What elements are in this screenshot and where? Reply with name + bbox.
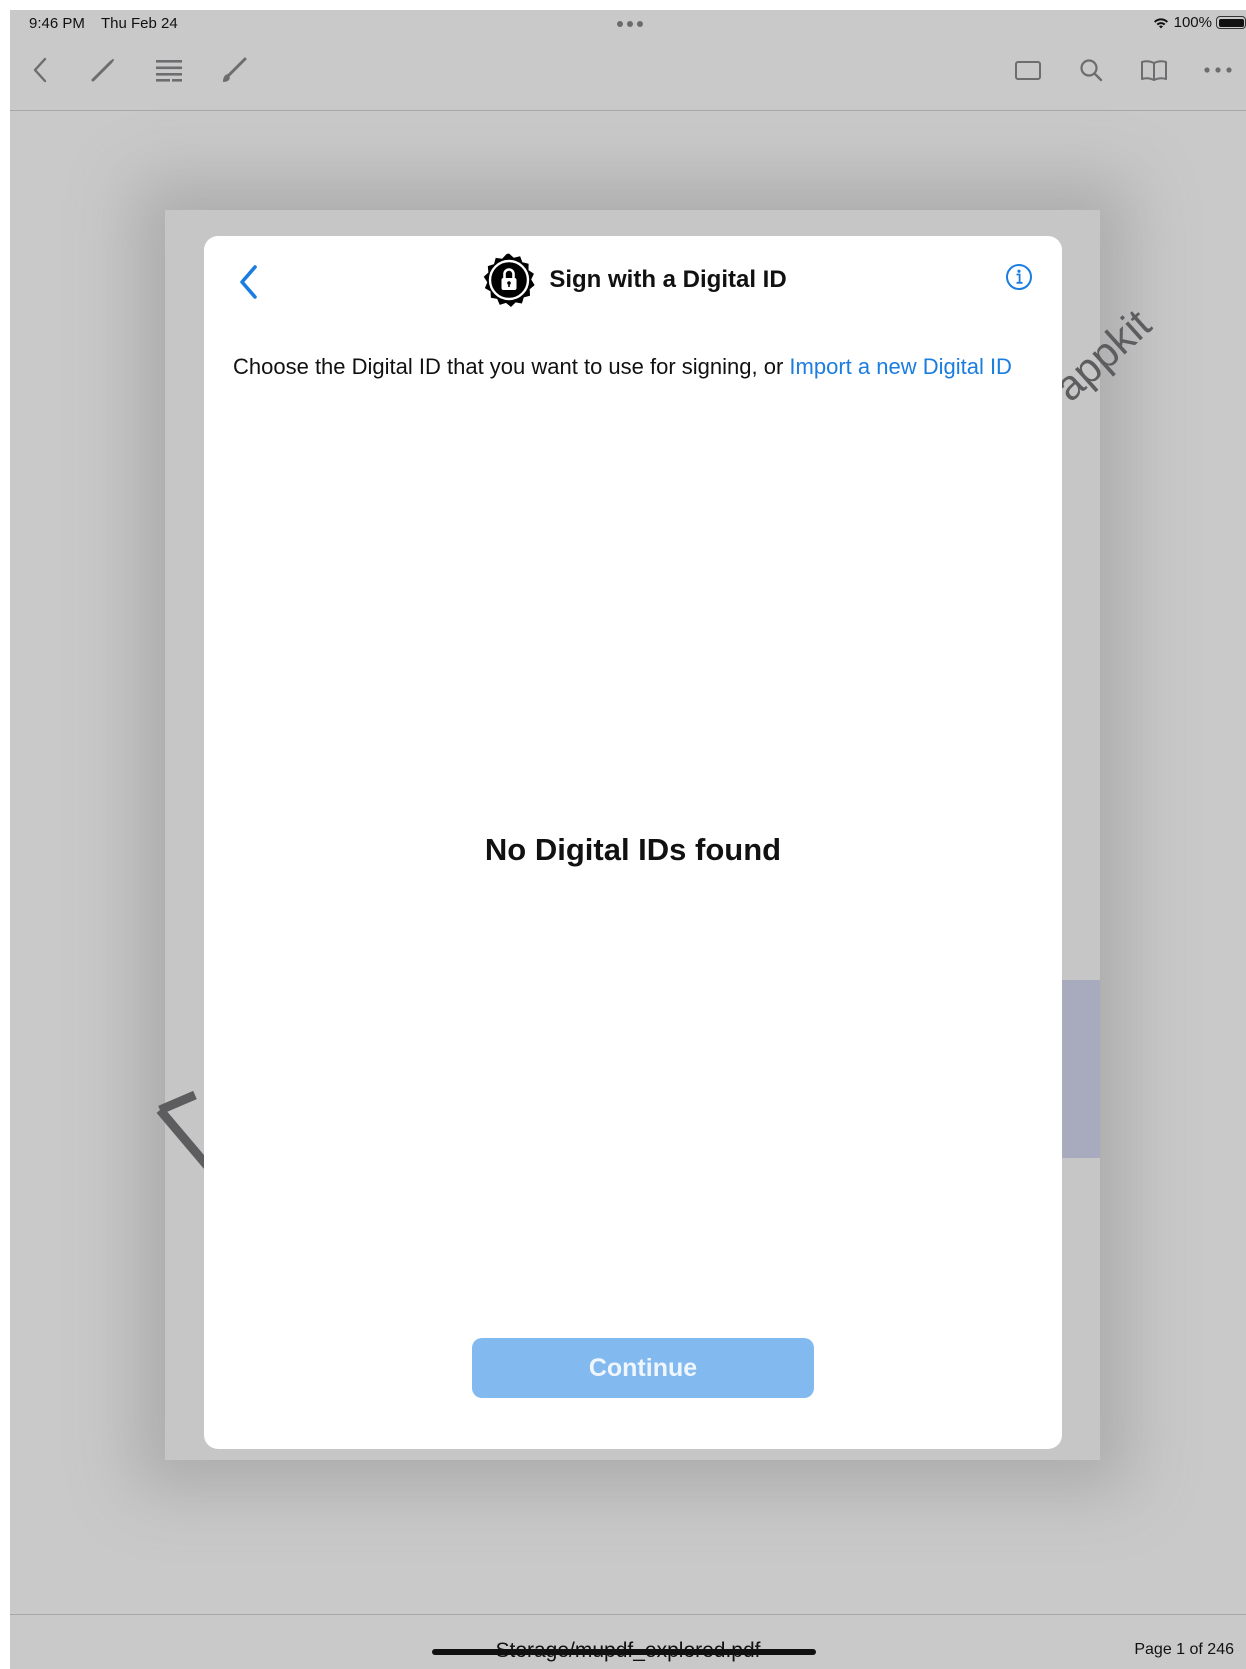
more-icon[interactable] (1200, 52, 1236, 88)
dialog-title: Sign with a Digital ID (549, 266, 787, 293)
search-icon[interactable] (1073, 52, 1109, 88)
page-indicator: Page 1 of 246 (1134, 1641, 1234, 1658)
status-time: 9:46 PM (29, 15, 85, 32)
import-digital-id-link[interactable]: Import a new Digital ID (789, 354, 1012, 379)
document-watermark-text: appkit (1045, 300, 1160, 410)
battery-icon (1216, 16, 1246, 29)
dialog-description: Choose the Digital ID that you want to u… (233, 354, 1012, 380)
status-bar: 9:46 PM Thu Feb 24 100% (10, 10, 1246, 38)
battery-percentage: 100% (1173, 14, 1212, 31)
brush-icon[interactable] (216, 52, 252, 88)
back-chevron-icon[interactable] (23, 52, 59, 88)
app-screen: 9:46 PM Thu Feb 24 100% appkit Page 1 of… (10, 10, 1246, 1669)
thumbnail-view-icon[interactable] (1010, 52, 1046, 88)
multitasking-dots-icon[interactable] (617, 21, 643, 27)
pencil-icon[interactable] (85, 52, 121, 88)
description-text: Choose the Digital ID that you want to u… (233, 354, 790, 379)
status-indicators: 100% (1152, 14, 1246, 31)
lock-seal-icon (484, 253, 535, 307)
continue-button[interactable]: Continue (472, 1338, 814, 1398)
status-date: Thu Feb 24 (101, 15, 178, 32)
toolbar (10, 38, 1246, 111)
footer-bar: Storage/mupdf_explored.pdf Page 1 of 246 (10, 1614, 1246, 1669)
sign-digital-id-dialog: Sign with a Digital ID Choose the Digita… (204, 236, 1062, 1449)
outline-list-icon[interactable] (151, 52, 187, 88)
info-button[interactable] (1004, 262, 1034, 292)
info-icon (1006, 264, 1032, 290)
empty-state-message: No Digital IDs found (484, 832, 782, 867)
wifi-icon (1153, 17, 1168, 28)
book-icon[interactable] (1136, 52, 1172, 88)
dialog-header: Sign with a Digital ID (204, 248, 1062, 312)
home-indicator (432, 1649, 816, 1655)
